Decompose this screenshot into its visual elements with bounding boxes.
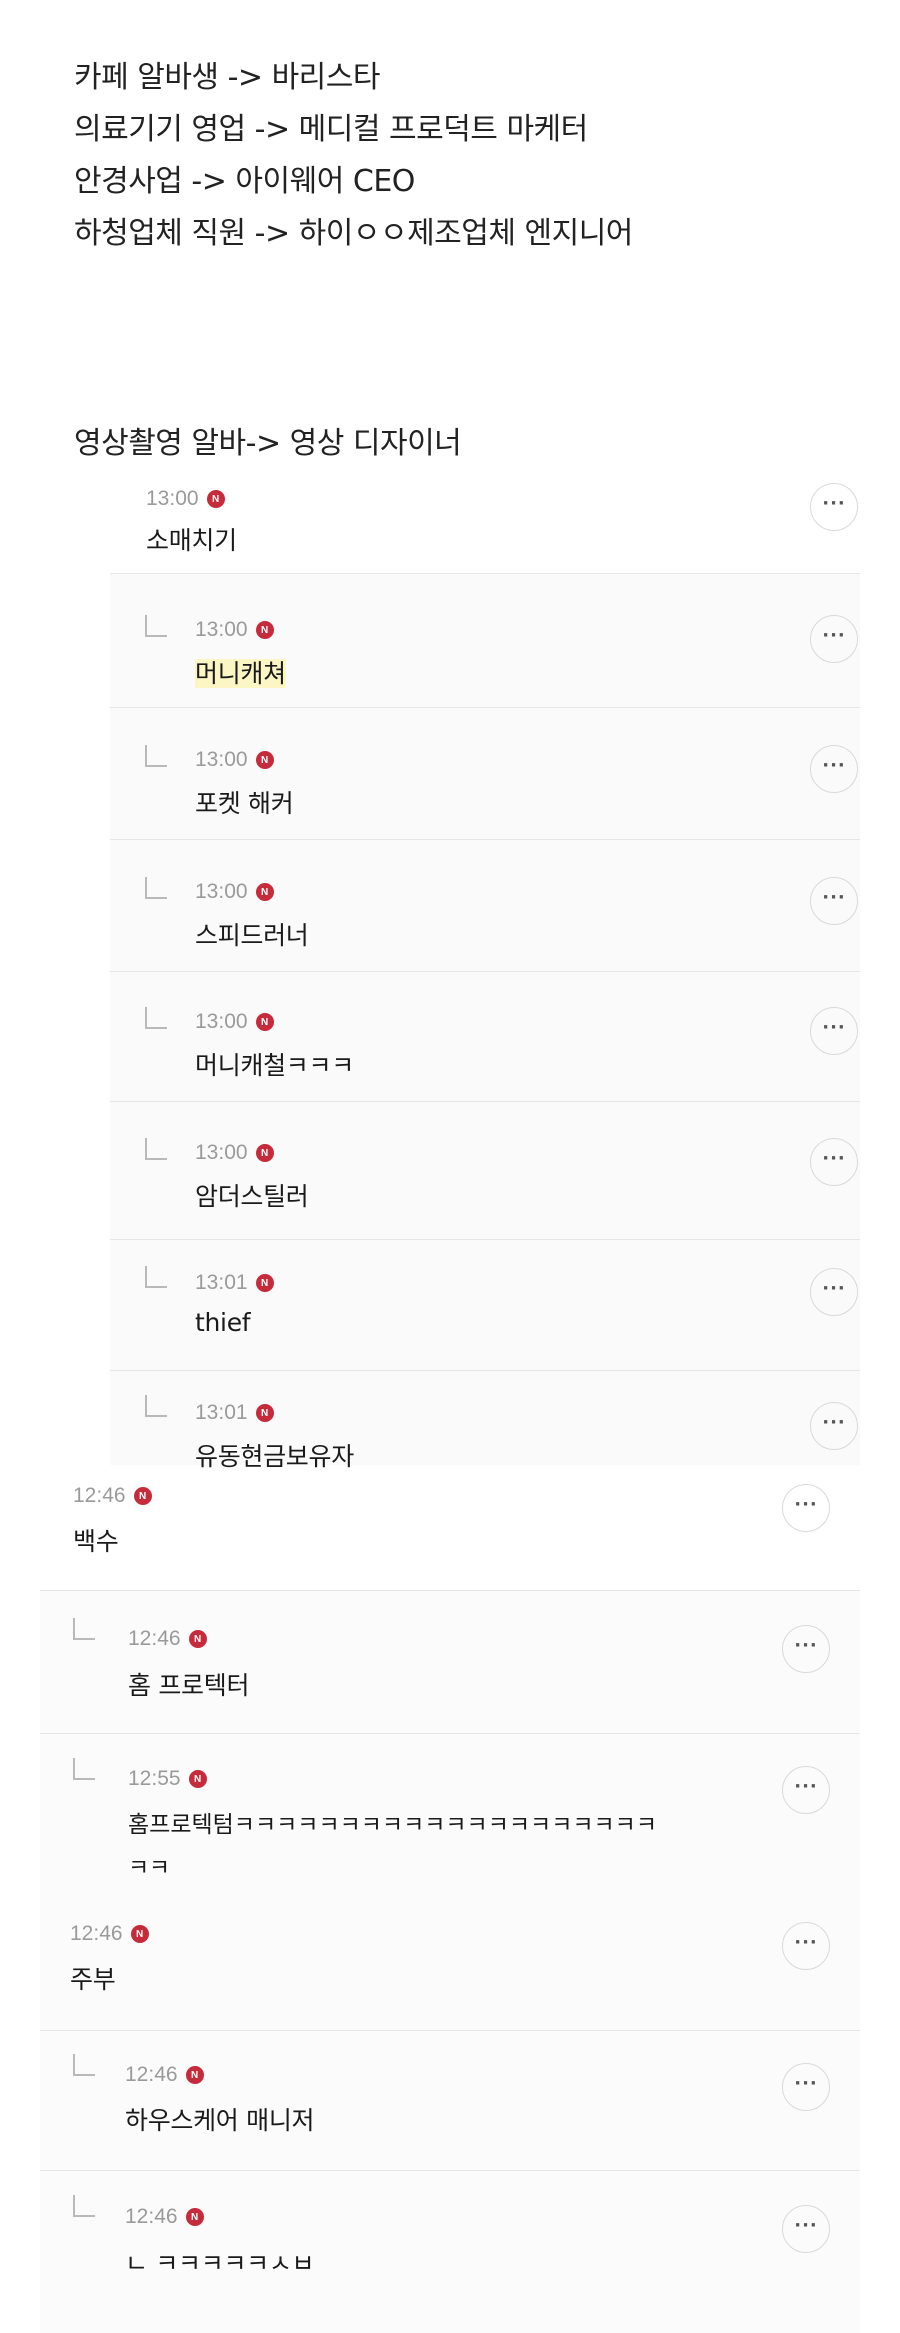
new-badge-icon: N <box>133 1487 152 1505</box>
reply-arrow-icon <box>73 2195 95 2217</box>
reply-arrow-icon <box>145 1395 167 1417</box>
more-options-button[interactable]: ··· <box>782 1625 830 1673</box>
more-options-button[interactable]: ··· <box>782 1922 830 1970</box>
comment-meta: 12:55 N <box>128 1767 207 1791</box>
comment-text: 스피드러너 <box>195 921 309 950</box>
comment-time: 12:55 <box>128 1767 181 1790</box>
divider <box>110 1370 860 1371</box>
comment-text: 소매치기 <box>146 526 237 555</box>
comment-meta: 13:00 N <box>195 748 274 772</box>
reply-arrow-icon <box>73 1618 95 1640</box>
comment-meta: 13:01 N <box>195 1401 274 1425</box>
comment-meta: 13:00 N <box>195 618 274 642</box>
new-badge-icon: N <box>255 1013 274 1031</box>
intro-line: 안경사업 -> 아이웨어 CEO <box>74 164 415 199</box>
comment-meta: 13:00 N <box>195 1141 274 1165</box>
new-badge-icon: N <box>255 751 274 769</box>
reply-arrow-icon <box>145 1007 167 1029</box>
comment-time: 13:01 <box>195 1401 248 1424</box>
more-options-button[interactable]: ··· <box>810 1402 858 1450</box>
comment-text: 암더스틸러 <box>195 1182 309 1211</box>
reply-arrow-icon <box>73 2054 95 2076</box>
more-options-button[interactable]: ··· <box>810 483 858 531</box>
new-badge-icon: N <box>255 1404 274 1422</box>
divider <box>110 573 860 574</box>
comment-meta: 13:00 N <box>195 880 274 904</box>
reply-arrow-icon <box>145 1138 167 1160</box>
comment-text: 홈 프로텍터 <box>128 1671 250 1700</box>
comment-time: 13:00 <box>195 748 248 771</box>
comment-time: 13:00 <box>195 1010 248 1033</box>
comment-time: 12:46 <box>125 2205 178 2228</box>
comment-time: 13:00 <box>195 1141 248 1164</box>
new-badge-icon: N <box>188 1630 207 1648</box>
comment-text: 백수 <box>73 1527 119 1556</box>
reply-arrow-icon <box>145 877 167 899</box>
comment-time: 12:46 <box>125 2063 178 2086</box>
new-badge-icon: N <box>130 1925 149 1943</box>
section-heading: 영상촬영 알바-> 영상 디자이너 <box>74 426 462 461</box>
more-options-button[interactable]: ··· <box>782 1484 830 1532</box>
divider <box>110 971 860 972</box>
divider <box>110 1239 860 1240</box>
reply-arrow-icon <box>145 615 167 637</box>
divider <box>40 2170 860 2171</box>
intro-text: 카페 알바생 -> 바리스타 의료기기 영업 -> 메디컬 프로덕트 마케터 안… <box>74 52 633 260</box>
comment-text: 하우스케어 매니저 <box>125 2106 315 2135</box>
more-options-button[interactable]: ··· <box>810 745 858 793</box>
more-options-button[interactable]: ··· <box>810 1007 858 1055</box>
new-badge-icon: N <box>206 490 225 508</box>
divider <box>40 1733 860 1734</box>
comment-time: 12:46 <box>128 1627 181 1650</box>
comment-text: 주부 <box>70 1965 116 1994</box>
divider <box>40 1590 860 1591</box>
divider <box>40 2030 860 2031</box>
divider <box>110 707 860 708</box>
comment-text: 홈프로텍텀ㅋㅋㅋㅋㅋㅋㅋㅋㅋㅋㅋㅋㅋㅋㅋㅋㅋㅋㅋㅋ <box>128 1812 658 1838</box>
comment-meta: 13:00 N <box>146 487 225 511</box>
comment-time: 13:01 <box>195 1271 248 1294</box>
comment-text: 머니캐쳐 <box>195 659 286 688</box>
more-options-button[interactable]: ··· <box>810 1268 858 1316</box>
new-badge-icon: N <box>188 1770 207 1788</box>
comment-time: 12:46 <box>73 1484 126 1507</box>
comment-meta: 12:46 N <box>125 2063 204 2087</box>
reply-arrow-icon <box>73 1758 95 1780</box>
more-options-button[interactable]: ··· <box>782 2063 830 2111</box>
comment-meta: 13:01 N <box>195 1271 274 1295</box>
more-options-button[interactable]: ··· <box>782 1766 830 1814</box>
comment-meta: 13:00 N <box>195 1010 274 1034</box>
new-badge-icon: N <box>255 1274 274 1292</box>
comment-time: 13:00 <box>195 880 248 903</box>
comment-meta: 12:46 N <box>125 2205 204 2229</box>
divider <box>110 1101 860 1102</box>
more-options-button[interactable]: ··· <box>810 877 858 925</box>
new-badge-icon: N <box>185 2066 204 2084</box>
divider <box>110 839 860 840</box>
comment-text: thief <box>195 1308 251 1337</box>
comment-text: 유동현금보유자 <box>195 1442 354 1471</box>
comment-text: 머니캐철ㅋㅋㅋ <box>195 1051 354 1080</box>
new-badge-icon: N <box>255 621 274 639</box>
comment-meta: 12:46 N <box>73 1484 152 1508</box>
comment-time: 12:46 <box>70 1922 123 1945</box>
intro-line: 하청업체 직원 -> 하이ㅇㅇ제조업체 엔지니어 <box>74 216 633 251</box>
reply-arrow-icon <box>145 1266 167 1288</box>
comment-text-continued: ㅋㅋ <box>128 1855 170 1881</box>
comment-text: ㄴ ㅋㅋㅋㅋㅋㅅㅂ <box>125 2249 315 2278</box>
comment-time: 13:00 <box>195 618 248 641</box>
comment-text: 포켓 해커 <box>195 789 294 818</box>
intro-line: 카페 알바생 -> 바리스타 <box>74 60 380 95</box>
comment-meta: 12:46 N <box>128 1627 207 1651</box>
new-badge-icon: N <box>185 2208 204 2226</box>
more-options-button[interactable]: ··· <box>810 1138 858 1186</box>
reply-arrow-icon <box>145 745 167 767</box>
more-options-button[interactable]: ··· <box>782 2205 830 2253</box>
new-badge-icon: N <box>255 883 274 901</box>
comment-time: 13:00 <box>146 487 199 510</box>
intro-line: 의료기기 영업 -> 메디컬 프로덕트 마케터 <box>74 112 588 147</box>
more-options-button[interactable]: ··· <box>810 615 858 663</box>
new-badge-icon: N <box>255 1144 274 1162</box>
comment-meta: 12:46 N <box>70 1922 149 1946</box>
